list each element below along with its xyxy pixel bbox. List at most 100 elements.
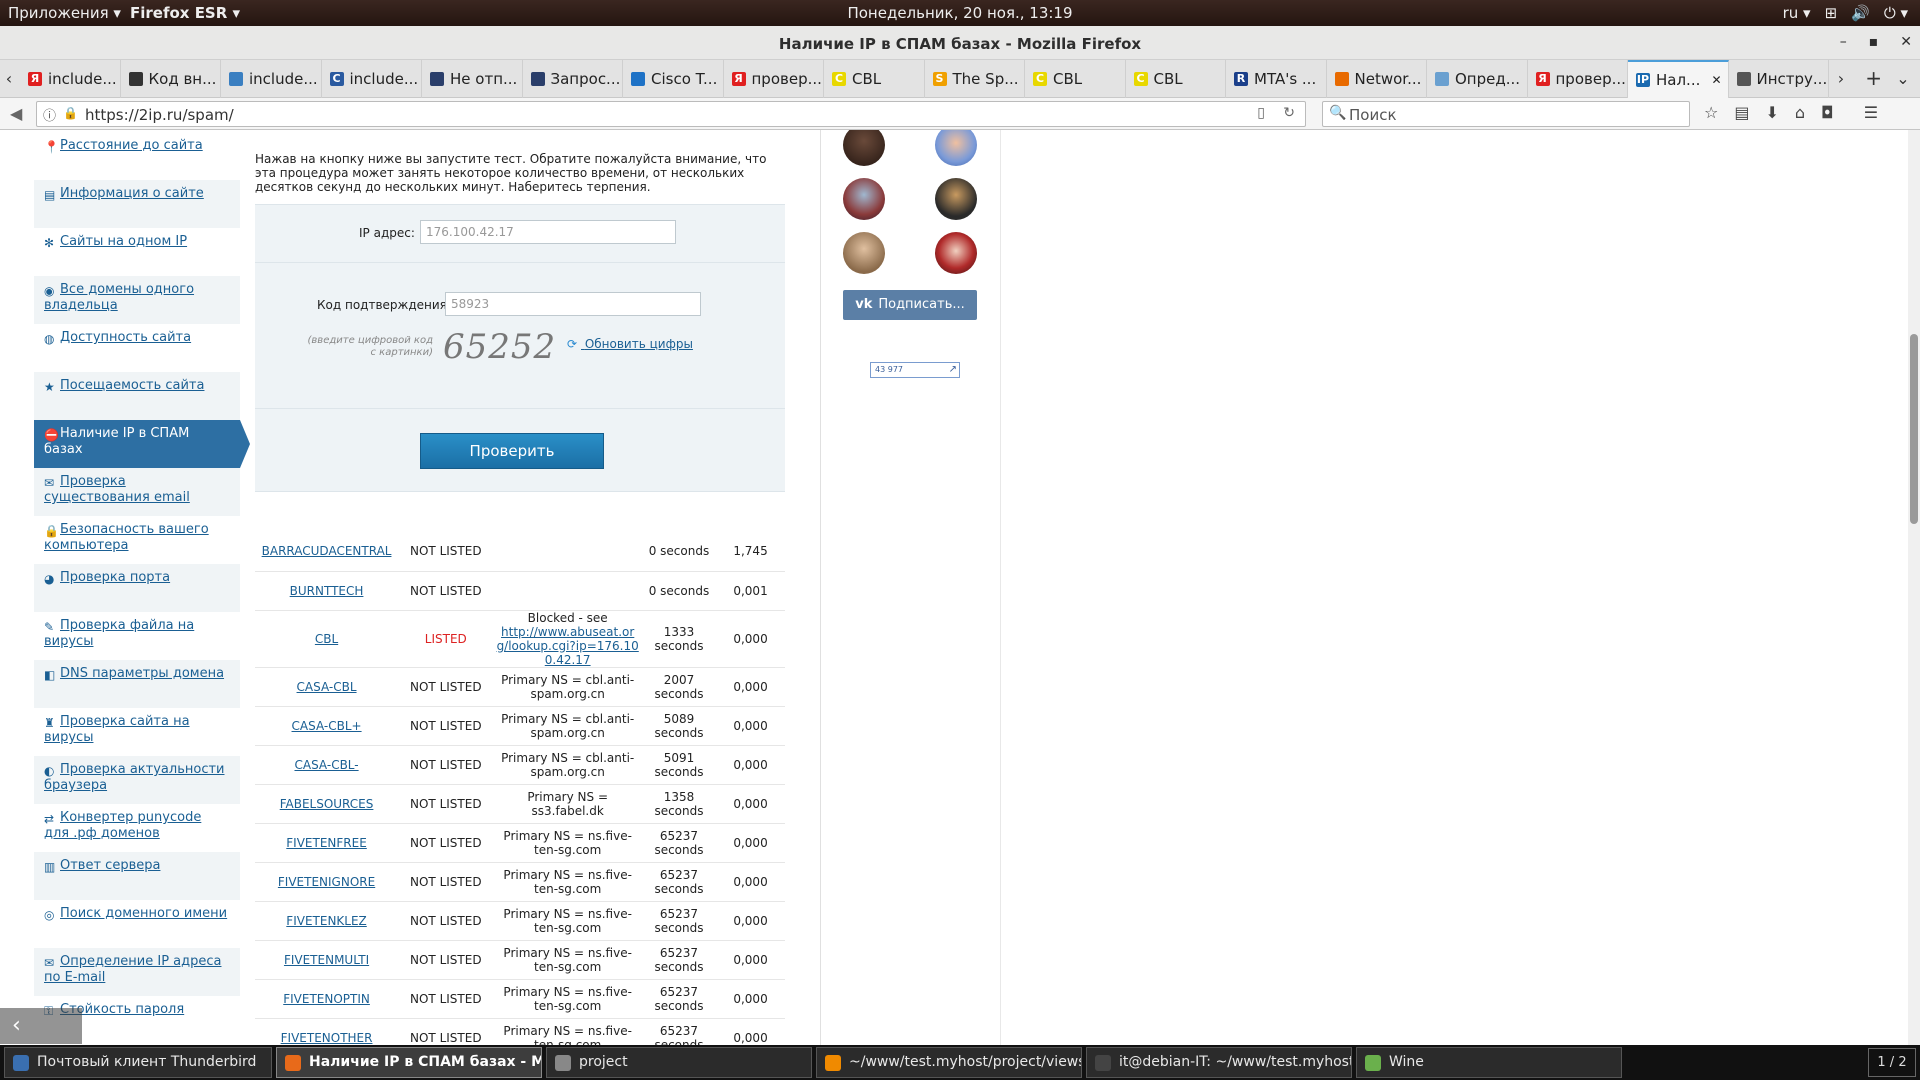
pocket-icon[interactable]: ◘ [1821,103,1834,122]
sidebar-item[interactable]: ★ Посещаемость сайта [34,372,240,420]
sidebar-item[interactable]: ◐ Проверка актуальности браузера [34,756,240,804]
blacklist-name-link[interactable]: FIVETENIGNORE [255,862,399,902]
browser-tab[interactable]: Инстру... [1729,60,1829,98]
avatar[interactable] [843,232,885,274]
browser-tab[interactable]: IP Нал... ✕ [1628,60,1729,98]
taskbar-window-button[interactable]: Wine [1356,1047,1622,1078]
maximize-icon[interactable]: ▪ [1869,34,1879,50]
power-icon[interactable]: ⏻ ▾ [1884,4,1908,22]
sidebar-item[interactable]: 📍Расстояние до сайта [34,132,240,180]
tab-label: include... [249,70,318,88]
avatar[interactable] [935,232,977,274]
blacklist-name-link[interactable]: FIVETENFREE [255,823,399,863]
scrollbar-thumb[interactable] [1910,334,1918,524]
sidebar-item[interactable]: ⛔Наличие IP в СПАМ базах [34,420,250,468]
network-icon[interactable]: ⊞ [1825,4,1838,22]
sidebar-item[interactable]: ◎ Поиск доменного имени [34,900,240,948]
home-icon[interactable]: ⌂ [1795,103,1805,122]
url-bar[interactable]: ⓘ 🔒 https://2ip.ru/spam/ ▯ ↻ [36,101,1306,127]
taskbar-window-button[interactable]: project [546,1047,812,1078]
tab-scroll-right-icon[interactable]: › [1832,60,1850,98]
taskbar-window-button[interactable]: Наличие IP в СПАМ базах - Moz... [276,1047,542,1078]
minimize-icon[interactable]: – [1840,34,1847,50]
reload-icon[interactable]: ↻ [1283,105,1295,121]
avatar[interactable] [843,178,885,220]
blacklist-name-link[interactable]: FIVETENOTHER [255,1018,399,1045]
sidebar-item[interactable]: ♜ Проверка сайта на вирусы [34,708,240,756]
page-scrollbar[interactable] [1908,130,1920,1045]
reader-view-icon[interactable]: ▯ [1257,105,1265,121]
blacklist-name-link[interactable]: FIVETENOPTIN [255,979,399,1019]
keyboard-layout[interactable]: ru ▾ [1783,4,1811,22]
browser-tab[interactable]: Код вн... [121,60,221,98]
avatar[interactable] [935,178,977,220]
library-icon[interactable]: ▤ [1734,103,1749,122]
browser-tab[interactable]: include... [221,60,322,98]
browser-tab[interactable]: R MTA's ... [1226,60,1327,98]
avatar[interactable] [843,130,885,166]
taskbar-window-button[interactable]: Почтовый клиент Thunderbird [4,1047,272,1078]
avatar[interactable] [935,130,977,166]
browser-tab[interactable]: C CBL [1126,60,1226,98]
url-text[interactable]: https://2ip.ru/spam/ [85,106,234,124]
blacklist-name-link[interactable]: BURNTTECH [255,571,399,611]
ip-input[interactable]: 176.100.42.17 [420,220,676,244]
browser-tab[interactable]: Яinclude... [20,60,121,98]
new-tab-button[interactable]: + [1865,66,1882,90]
sidebar-item[interactable]: ▤ Информация о сайте [34,180,240,228]
sidebar-item[interactable]: ⇄ Конвертер punycode для .рф доменов [34,804,240,852]
blacklist-name-link[interactable]: CASA-CBL [255,667,399,707]
browser-tab[interactable]: Не отп... [422,60,523,98]
browser-tab[interactable]: Networ... [1327,60,1427,98]
result-reason-link[interactable]: http://www.abuseat.org/lookup.cgi?ip=176… [497,625,639,667]
blacklist-name-link[interactable]: BARRACUDACENTRAL [255,532,399,572]
browser-tab[interactable]: S The Sp... [925,60,1025,98]
code-input[interactable]: 58923 [445,292,701,316]
blacklist-name-link[interactable]: CASA-CBL+ [255,706,399,746]
tab-scroll-left-icon[interactable]: ‹ [0,60,18,98]
search-bar[interactable]: 🔍 Поиск [1322,101,1690,127]
page-back-arrow-icon[interactable]: ‹ [0,1008,82,1044]
info-icon[interactable]: ⓘ [43,105,56,124]
browser-tab[interactable]: Cisco T... [623,60,724,98]
sidebar-item[interactable]: ◧ DNS параметры домена [34,660,240,708]
close-icon[interactable]: ✕ [1900,34,1912,50]
blacklist-name-link[interactable]: FABELSOURCES [255,784,399,824]
close-tab-icon[interactable]: ✕ [1711,73,1721,87]
sidebar-item[interactable]: ◕ Проверка порта [34,564,240,612]
browser-tab[interactable]: Cinclude... [322,60,422,98]
blacklist-name-link[interactable]: FIVETENKLEZ [255,901,399,941]
tab-list-icon[interactable]: ⌄ [1894,60,1912,98]
back-arrow-icon[interactable]: ◀ [10,104,22,123]
bookmark-star-icon[interactable]: ☆ [1704,103,1718,122]
sidebar-item[interactable]: ✻ Сайты на одном IP [34,228,240,276]
blacklist-name-link[interactable]: CASA-CBL- [255,745,399,785]
sidebar-item[interactable]: ▥ Ответ сервера [34,852,240,900]
vk-subscribe-button[interactable]: vk Подписать... [843,290,977,320]
visit-counter[interactable]: 43 977 ↗ [870,362,960,378]
check-button[interactable]: Проверить [420,433,604,469]
browser-tab[interactable]: Япровер... [1528,60,1628,98]
browser-tab[interactable]: C CBL [1025,60,1126,98]
volume-icon[interactable]: 🔊 [1851,4,1870,22]
sidebar-item[interactable]: ◉ Все домены одного владельца [34,276,240,324]
sidebar-item[interactable]: ✎ Проверка файла на вирусы [34,612,240,660]
taskbar-window-button[interactable]: it@debian-IT: ~/www/test.myhost/... [1086,1047,1352,1078]
browser-tab[interactable]: Япровер... [724,60,824,98]
sidebar-item[interactable]: ✉ Проверка существования email [34,468,240,516]
menu-icon[interactable]: ☰ [1864,103,1878,122]
clock[interactable]: Понедельник, 20 ноя., 13:19 [0,4,1920,22]
sidebar-item-label: Конвертер punycode для .рф доменов [44,810,202,841]
sidebar-item[interactable]: 🔒Безопасность вашего компьютера [34,516,240,564]
browser-tab[interactable]: C CBL [824,60,925,98]
refresh-captcha-link[interactable]: ⟳ Обновить цифры [567,337,693,351]
browser-tab[interactable]: Опред... [1427,60,1528,98]
taskbar-window-button[interactable]: ~/www/test.myhost/project/views/... [816,1047,1082,1078]
workspace-pager[interactable]: 1 / 2 [1868,1048,1916,1077]
sidebar-item[interactable]: ✉ Определение IP адреса по E-mail [34,948,240,996]
blacklist-name-link[interactable]: CBL [255,610,399,668]
sidebar-item[interactable]: ◍ Доступность сайта [34,324,240,372]
downloads-icon[interactable]: ⬇ [1765,103,1778,122]
blacklist-name-link[interactable]: FIVETENMULTI [255,940,399,980]
browser-tab[interactable]: Запрос... [523,60,623,98]
